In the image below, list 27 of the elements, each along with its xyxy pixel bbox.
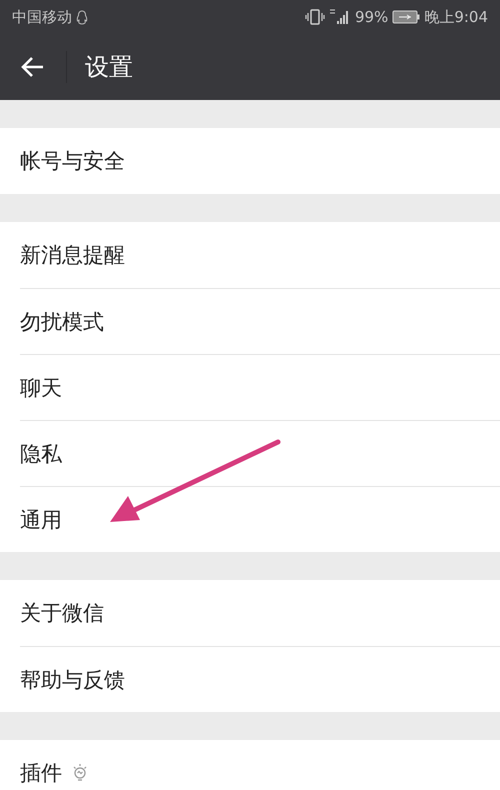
settings-item[interactable]: 帐号与安全 — [20, 128, 500, 194]
vibrate-icon — [304, 9, 325, 25]
carrier-name: 中国移动 — [12, 8, 72, 26]
page-title: 设置 — [85, 52, 133, 83]
item-label: 通用 — [20, 506, 62, 534]
settings-item[interactable]: 关于微信 — [20, 580, 500, 646]
settings-item[interactable]: 插件 — [20, 740, 500, 790]
item-label: 新消息提醒 — [20, 242, 125, 269]
signal-icon — [328, 9, 351, 25]
item-label: 聊天 — [20, 374, 62, 402]
settings-item[interactable]: 帮助与反馈 — [20, 646, 500, 712]
item-label: 插件 — [20, 760, 62, 787]
bulb-icon — [72, 763, 88, 783]
penguin-icon — [76, 10, 88, 24]
clock-time: 晚上9:04 — [424, 8, 488, 26]
back-arrow-icon — [20, 56, 44, 78]
settings-item[interactable]: 聊天 — [20, 354, 500, 420]
settings-item[interactable]: 隐私 — [20, 420, 500, 486]
item-label: 隐私 — [20, 440, 62, 468]
item-label: 帮助与反馈 — [20, 666, 125, 694]
settings-item[interactable]: 勿扰模式 — [20, 288, 500, 354]
item-label: 帐号与安全 — [20, 148, 125, 175]
item-label: 勿扰模式 — [20, 308, 104, 336]
settings-item[interactable]: 新消息提醒 — [20, 222, 500, 288]
battery-percent: 99% — [354, 8, 388, 26]
item-label: 关于微信 — [20, 600, 104, 627]
battery-icon — [392, 10, 420, 24]
